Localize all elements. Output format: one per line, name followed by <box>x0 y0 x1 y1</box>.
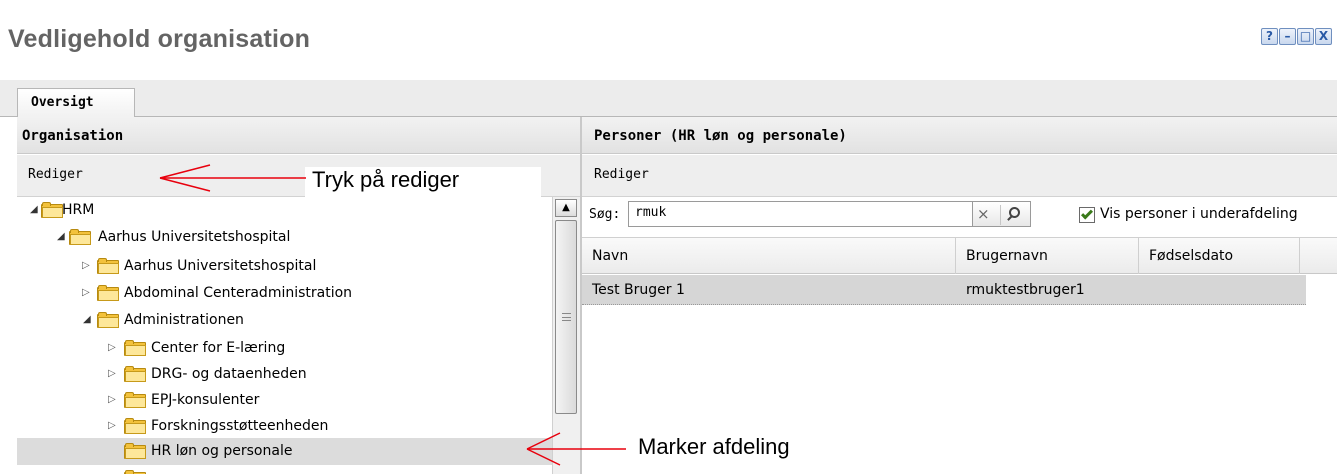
tree-node[interactable]: ▷ Abdominal Centeradministration <box>17 280 552 307</box>
close-button[interactable]: X <box>1315 28 1332 45</box>
checkmark-icon <box>1080 207 1094 220</box>
tree-collapsed-icon[interactable]: ▷ <box>82 287 92 298</box>
subunits-checkbox-label: Vis personer i underafdeling <box>1100 206 1298 222</box>
persons-grid-header: Navn Brugernavn Fødselsdato <box>582 237 1337 274</box>
folder-icon <box>124 366 146 382</box>
scrollbar-thumb[interactable] <box>555 220 577 414</box>
folder-icon <box>69 229 91 245</box>
tree-node-hrm[interactable]: ◢ HRM <box>17 197 552 224</box>
table-row[interactable]: Test Bruger 1 rmuktestbruger1 <box>582 275 1306 305</box>
tab-oversigt[interactable]: Oversigt <box>17 88 135 118</box>
organisation-panel-header: Organisation <box>17 117 580 154</box>
tab-bar: Oversigt <box>0 80 1337 118</box>
tree-node-selected[interactable]: HR løn og personale <box>17 438 552 465</box>
column-header-birthdate[interactable]: Fødselsdato <box>1139 238 1300 274</box>
tree-collapsed-icon[interactable]: ▷ <box>108 368 118 379</box>
cell-name: Test Bruger 1 <box>592 282 685 298</box>
tree-node[interactable]: ▷ EPJ-konsulenter <box>17 387 552 414</box>
help-button[interactable]: ? <box>1261 28 1278 45</box>
window-title-bar: Vedligehold organisation ? – □ X <box>0 0 1337 80</box>
tree-node[interactable]: ◢ Aarhus Universitetshospital <box>17 224 552 251</box>
tree-node[interactable]: ◢ Administrationen <box>17 307 552 334</box>
tree-collapsed-icon[interactable]: ▷ <box>108 342 118 353</box>
folder-icon <box>97 312 119 328</box>
tree-node[interactable]: ▷ Center for E-læring <box>17 335 552 362</box>
folder-icon <box>124 418 146 434</box>
folder-icon <box>124 392 146 408</box>
folder-icon <box>97 258 119 274</box>
subunits-checkbox[interactable] <box>1079 207 1095 223</box>
tree-node-partial[interactable] <box>17 465 552 474</box>
persons-toolbar: Rediger <box>582 155 1337 197</box>
folder-icon <box>124 340 146 356</box>
persons-edit-button[interactable]: Rediger <box>594 167 649 182</box>
maximize-button[interactable]: □ <box>1297 28 1314 45</box>
edit-hint-arrow <box>159 164 306 192</box>
persons-panel-header: Personer (HR løn og personale) <box>582 117 1337 154</box>
minimize-button[interactable]: – <box>1279 28 1296 45</box>
grip-icon <box>562 313 571 321</box>
cell-username: rmuktestbruger1 <box>966 282 1085 298</box>
search-input[interactable]: rmuk <box>628 201 973 227</box>
select-hint-arrow <box>526 432 626 466</box>
column-header-name[interactable]: Navn <box>582 238 956 274</box>
edit-hint-text: Tryk på rediger <box>312 167 460 192</box>
select-hint-text: Marker afdeling <box>638 434 790 459</box>
folder-icon <box>97 285 119 301</box>
scroll-up-arrow-icon[interactable]: ▲ <box>555 199 577 217</box>
folder-icon <box>124 443 146 459</box>
search-icon[interactable] <box>1000 205 1026 225</box>
tree-expanded-icon[interactable]: ◢ <box>30 204 40 215</box>
tree-collapsed-icon[interactable]: ▷ <box>108 394 118 405</box>
tree-node[interactable]: ▷ Forskningsstøtteenheden <box>17 413 552 440</box>
window-title: Vedligehold organisation <box>8 25 311 53</box>
organisation-tree[interactable]: ◢ HRM ◢ Aarhus Universitetshospital ▷ Aa… <box>17 197 580 474</box>
search-label: Søg: <box>589 207 621 222</box>
column-header-username[interactable]: Brugernavn <box>956 238 1139 274</box>
organisation-edit-button[interactable]: Rediger <box>28 167 83 182</box>
search-buttons: × <box>973 201 1031 227</box>
window-controls: ? – □ X <box>1261 28 1332 45</box>
clear-icon[interactable]: × <box>977 205 990 223</box>
tree-expanded-icon[interactable]: ◢ <box>57 231 67 242</box>
tree-node[interactable]: ▷ Aarhus Universitetshospital <box>17 253 552 280</box>
tree-node[interactable]: ▷ DRG- og dataenheden <box>17 361 552 388</box>
tree-collapsed-icon[interactable]: ▷ <box>108 420 118 431</box>
tree-expanded-icon[interactable]: ◢ <box>83 314 93 325</box>
folder-icon <box>41 202 63 218</box>
tree-collapsed-icon[interactable]: ▷ <box>82 260 92 271</box>
folder-icon <box>124 470 146 474</box>
